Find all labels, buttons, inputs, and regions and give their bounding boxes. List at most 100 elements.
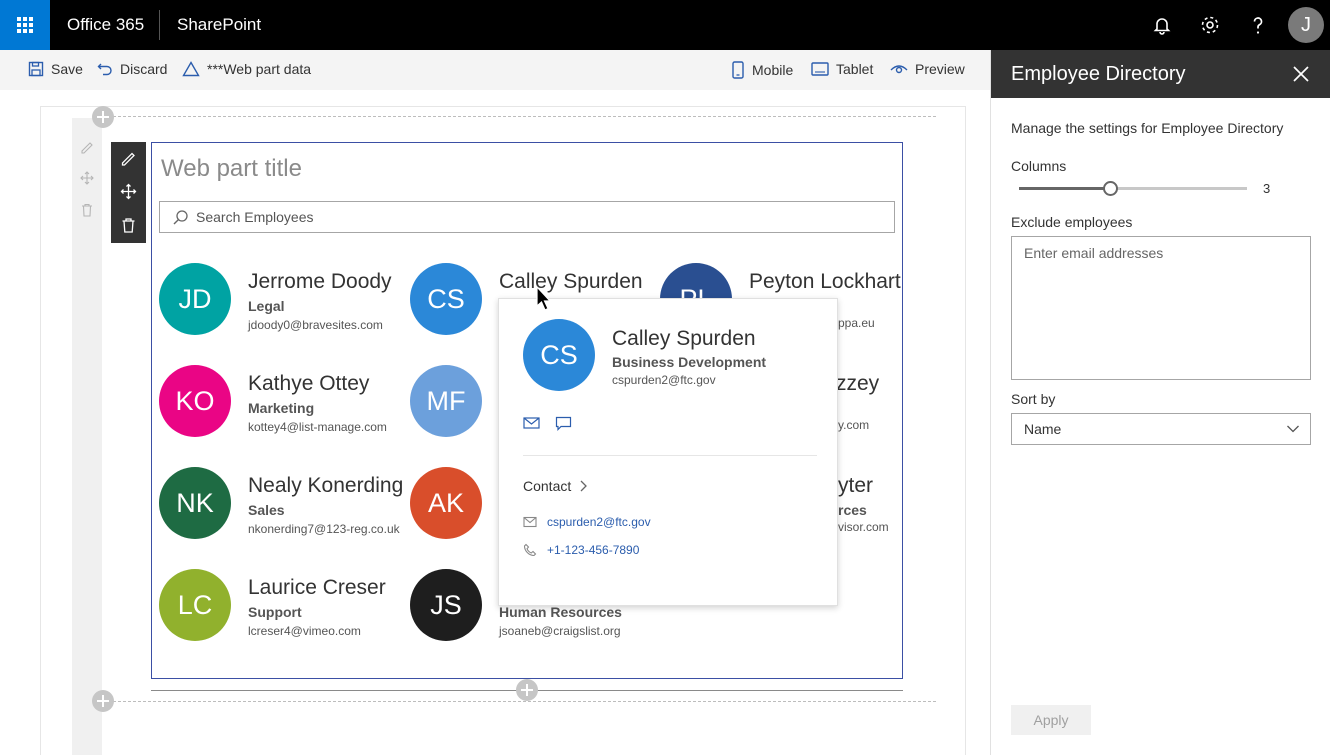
add-webpart-button[interactable] [516, 679, 538, 701]
employee-department-partial: rces [838, 502, 867, 518]
add-section-top-button[interactable] [92, 106, 114, 128]
discard-button[interactable]: Discard [97, 61, 167, 77]
mail-icon[interactable] [523, 416, 540, 435]
persona-hover-card: CS Calley Spurden Business Development c… [498, 298, 838, 606]
avatar: AK [410, 467, 482, 539]
section-bottom-border [113, 701, 936, 702]
eye-icon [890, 65, 908, 74]
preview-button[interactable]: Preview [890, 61, 965, 77]
mouse-cursor-icon [536, 285, 552, 317]
hovercard-divider [523, 455, 817, 456]
employee-name-partial: yter [838, 474, 874, 497]
brand-link[interactable]: Office 365 [67, 15, 144, 35]
contact-phone-text: +1-123-456-7890 [547, 543, 640, 557]
edit-section-icon[interactable] [80, 140, 94, 154]
property-pane: Employee Directory Manage the settings f… [990, 50, 1330, 755]
bell-icon[interactable] [1150, 13, 1174, 37]
employee-email: nkonerding7@123-reg.co.uk [248, 522, 400, 536]
apply-button[interactable]: Apply [1011, 705, 1091, 735]
section-top-border [113, 116, 936, 117]
mobile-icon [732, 61, 744, 79]
hovercard-department: Business Development [612, 354, 767, 370]
user-avatar[interactable]: J [1288, 7, 1324, 43]
warning-icon [182, 61, 200, 77]
webpart-data-button[interactable]: ***Web part data [182, 61, 311, 77]
employee-email: jdoody0@bravesites.com [248, 318, 383, 332]
employee-name: Jerrome Doody [248, 270, 392, 293]
employee-department: Sales [248, 502, 285, 518]
columns-value: 3 [1263, 181, 1271, 196]
avatar: MF [410, 365, 482, 437]
add-section-bottom-button[interactable] [92, 690, 114, 712]
help-icon[interactable] [1246, 13, 1270, 37]
columns-slider[interactable] [1019, 181, 1247, 196]
contact-phone-link[interactable]: +1-123-456-7890 [523, 543, 639, 557]
slider-fill [1019, 187, 1110, 190]
employee-email-partial: y.com [838, 418, 870, 432]
avatar: CS [523, 319, 595, 391]
hovercard-name: Calley Spurden [612, 327, 756, 350]
app-name-link[interactable]: SharePoint [177, 15, 261, 35]
command-bar: Save Discard ***Web part data Mobile Tab… [0, 50, 990, 90]
columns-label: Columns [1011, 158, 1067, 174]
save-label: Save [51, 61, 83, 77]
save-icon [28, 61, 44, 77]
avatar: JS [410, 569, 482, 641]
gear-icon[interactable] [1198, 13, 1222, 37]
employee-search-input[interactable]: Search Employees [159, 201, 895, 233]
tablet-preview-button[interactable]: Tablet [811, 61, 873, 77]
delete-section-icon[interactable] [80, 203, 94, 217]
mobile-label: Mobile [752, 62, 794, 78]
chevron-right-icon [580, 480, 588, 492]
avatar: KO [159, 365, 231, 437]
delete-webpart-icon[interactable] [120, 217, 137, 234]
search-icon [172, 209, 189, 231]
sort-by-value: Name [1024, 421, 1062, 437]
exclude-employees-label: Exclude employees [1011, 214, 1133, 230]
edit-webpart-icon[interactable] [120, 150, 137, 167]
mobile-preview-button[interactable]: Mobile [731, 61, 793, 79]
close-icon[interactable] [1291, 64, 1311, 84]
employee-name: Nealy Konerding [248, 474, 404, 497]
employee-name: Calley Spurden [499, 270, 643, 293]
employee-name-partial: zzey [836, 372, 880, 395]
move-webpart-icon[interactable] [120, 183, 137, 200]
contact-email-text: cspurden2@ftc.gov [547, 515, 651, 529]
webpart-data-label: ***Web part data [207, 61, 312, 77]
slider-thumb[interactable] [1103, 181, 1118, 196]
discard-label: Discard [120, 61, 168, 77]
employee-email: jsoaneb@craigslist.org [499, 624, 621, 638]
employee-department: Legal [248, 298, 285, 314]
tablet-icon [811, 62, 829, 76]
webpart-title-input[interactable]: Web part title [161, 155, 302, 183]
avatar: NK [159, 467, 231, 539]
move-section-icon[interactable] [80, 171, 94, 185]
search-placeholder: Search Employees [196, 209, 314, 225]
hovercard-email: cspurden2@ftc.gov [612, 373, 716, 387]
contact-label: Contact [523, 478, 572, 494]
sort-by-dropdown[interactable]: Name [1011, 413, 1311, 445]
mail-icon [523, 516, 537, 528]
exclude-employees-textarea[interactable]: Enter email addresses [1011, 236, 1311, 380]
employee-department: Human Resources [499, 604, 622, 620]
tablet-label: Tablet [836, 61, 874, 77]
contact-expand-link[interactable]: Contact [523, 478, 589, 494]
waffle-icon[interactable] [0, 0, 50, 50]
employee-department: Marketing [248, 400, 315, 416]
sort-by-label: Sort by [1011, 391, 1056, 407]
property-pane-header: Employee Directory [991, 50, 1330, 98]
employee-department: Support [248, 604, 302, 620]
avatar: CS [410, 263, 482, 335]
chat-icon[interactable] [555, 416, 572, 436]
employee-email-partial: ppa.eu [838, 316, 875, 330]
phone-icon [523, 543, 537, 557]
employee-name: Peyton Lockhart [749, 270, 901, 293]
employee-email-partial: visor.com [838, 520, 889, 534]
contact-email-link[interactable]: cspurden2@ftc.gov [523, 515, 651, 529]
suite-divider [159, 10, 160, 40]
property-pane-title: Employee Directory [1011, 63, 1186, 85]
save-button[interactable]: Save [28, 61, 83, 77]
avatar: LC [159, 569, 231, 641]
undo-icon [97, 63, 112, 76]
preview-label: Preview [915, 61, 965, 77]
